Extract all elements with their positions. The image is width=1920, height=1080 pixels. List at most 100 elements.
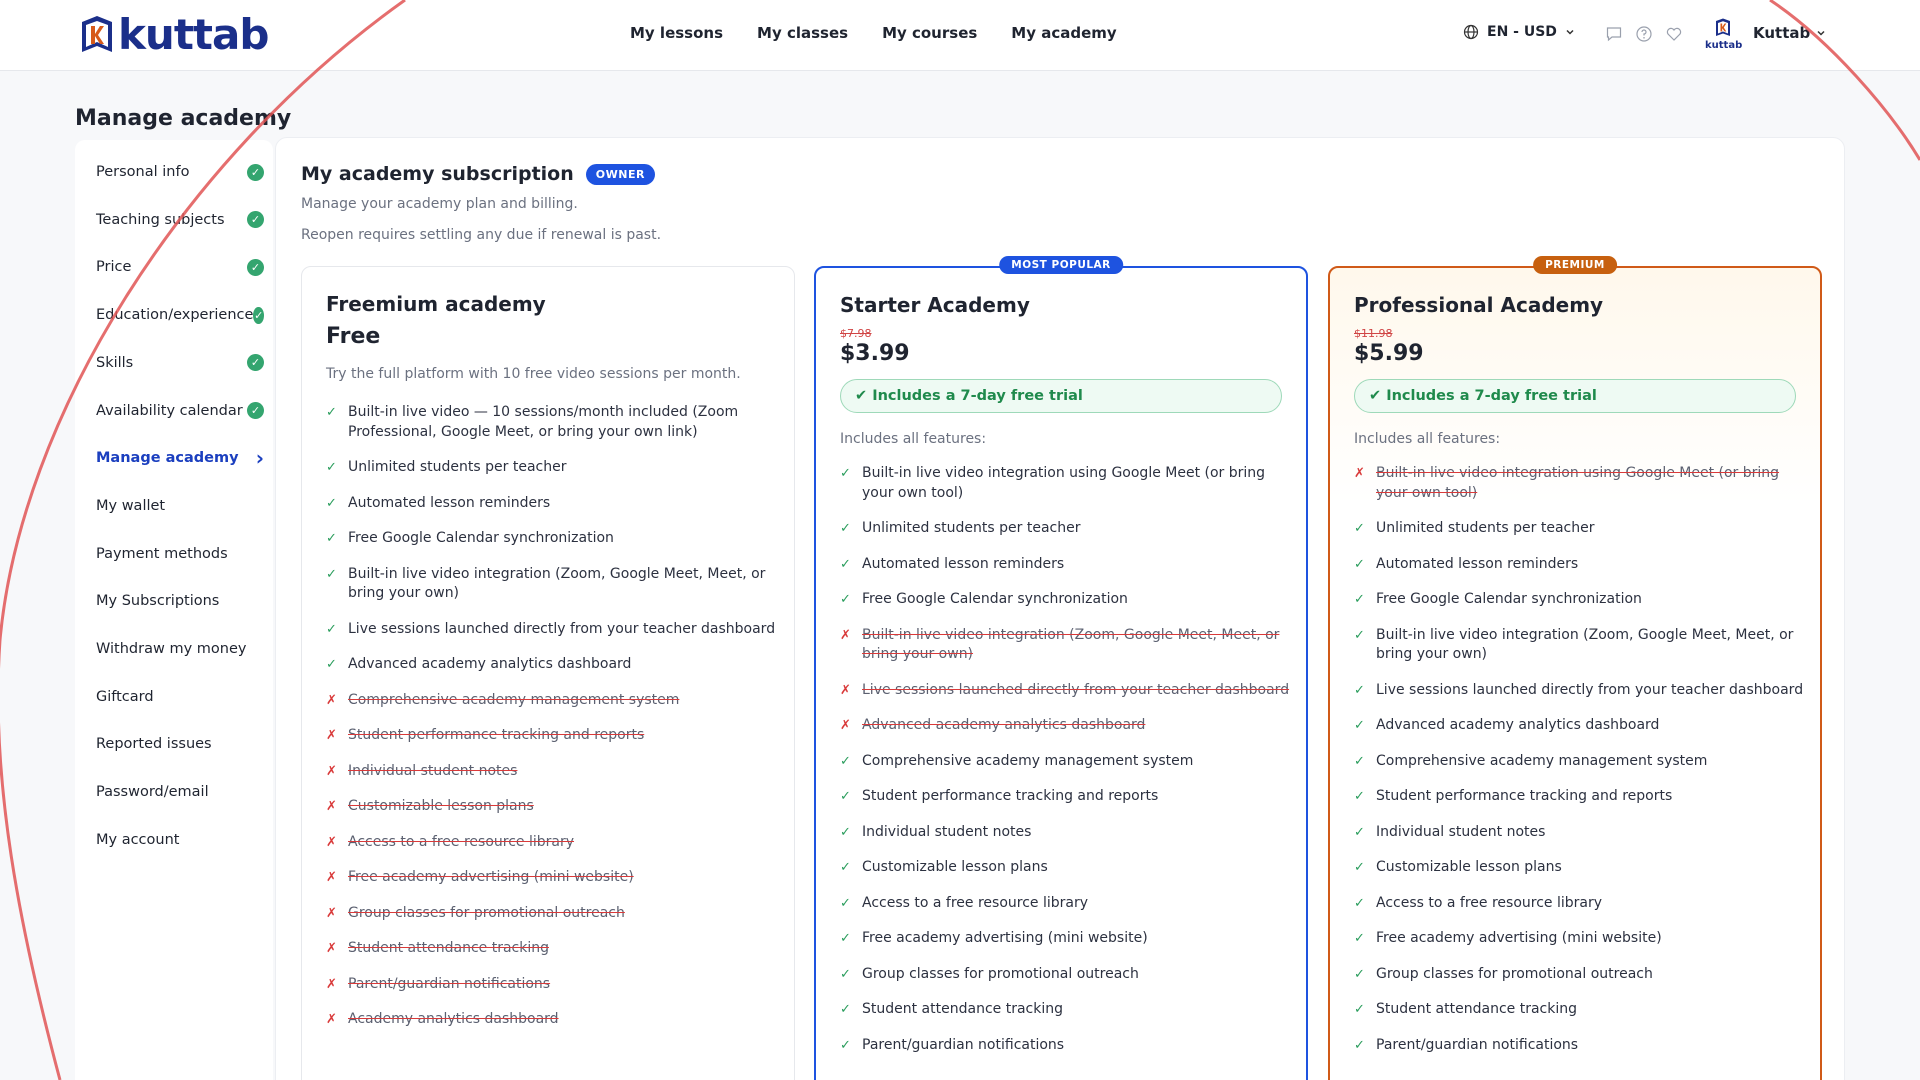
feature-text: Free Google Calendar synchronization — [862, 591, 1128, 607]
nav-my-academy[interactable]: My academy — [1011, 24, 1116, 42]
sidebar-item-label: Manage academy — [96, 450, 239, 467]
nav-my-courses[interactable]: My courses — [882, 24, 977, 42]
feature-item: ✓ Advanced academy analytics dashboard — [326, 655, 776, 675]
feature-text: Built-in live video integration using Go… — [862, 465, 1266, 501]
check-icon: ✓ — [1354, 966, 1365, 982]
chevron-down-icon — [1566, 29, 1574, 35]
header-icons — [1605, 25, 1683, 43]
feature-item: ✓ Comprehensive academy management system — [840, 752, 1290, 772]
globe-icon — [1463, 24, 1479, 40]
check-icon: ✓ — [326, 531, 337, 546]
nav-my-lessons[interactable]: My lessons — [630, 24, 723, 42]
feature-text: Free Google Calendar synchronization — [348, 530, 614, 546]
cross-icon: ✗ — [326, 905, 337, 921]
plan-card-starter[interactable]: MOST POPULAR Starter Academy $7.98 $3.99… — [814, 256, 1308, 1080]
feature-item: ✗ Individual student notes — [326, 762, 776, 782]
plan-tagline: Try the full platform with 10 free video… — [326, 366, 741, 382]
sidebar-item-manage-academy[interactable]: Manage academy › — [96, 446, 264, 470]
feature-item: ✓ Parent/guardian notifications — [1354, 1036, 1804, 1056]
feature-text: Parent/guardian notifications — [348, 975, 551, 992]
check-circle-icon: ✓ — [253, 306, 264, 324]
feature-list: ✗ Built-in live video integration using G… — [1354, 464, 1804, 1071]
check-icon: ✓ — [326, 621, 337, 637]
sidebar-item-personal-info[interactable]: Personal info ✓ — [96, 160, 264, 184]
plan-card-freemium[interactable]: Freemium academy Free Try the full platf… — [301, 266, 795, 1080]
feature-list: ✓ Built-in live video — 10 sessions/month… — [326, 403, 776, 1046]
sidebar-item-teaching-subjects[interactable]: Teaching subjects ✓ — [96, 208, 264, 232]
feature-text: Built-in live video integration using Go… — [1376, 465, 1780, 501]
locale-selector[interactable]: EN - USD — [1463, 24, 1575, 40]
feature-text: Group classes for promotional outreach — [1376, 965, 1653, 982]
sidebar-item-availability-calendar[interactable]: Availability calendar ✓ — [96, 399, 264, 423]
feature-text: Individual student notes — [348, 762, 518, 779]
plan-name: Professional Academy — [1354, 293, 1604, 317]
feature-item: ✓ Customizable lesson plans — [1354, 858, 1804, 878]
top-header: kuttab My lessons My classes My courses … — [0, 0, 1920, 71]
trial-badge: ✔ Includes a 7-day free trial — [840, 379, 1282, 413]
subscription-note: Reopen requires settling any due if rene… — [301, 227, 662, 243]
help-icon[interactable] — [1635, 25, 1653, 43]
feature-item: ✗ Built-in live video integration using G… — [1354, 464, 1804, 503]
feature-text: Group classes for promotional outreach — [862, 965, 1139, 982]
sidebar-item-my-subscriptions[interactable]: My Subscriptions — [96, 589, 264, 613]
feature-text: Student attendance tracking — [862, 1001, 1063, 1017]
subscription-description: Manage your academy plan and billing. — [301, 196, 578, 212]
check-icon: ✓ — [840, 592, 851, 607]
heart-icon[interactable] — [1665, 25, 1683, 43]
feature-text: Parent/guardian notifications — [1376, 1036, 1579, 1053]
cross-icon: ✗ — [840, 682, 851, 698]
cross-icon: ✗ — [326, 692, 337, 708]
sidebar-item-price[interactable]: Price ✓ — [96, 255, 264, 279]
feature-text: Customizable lesson plans — [348, 798, 534, 814]
avatar[interactable]: kuttab — [1705, 18, 1742, 52]
sidebar-item-label: Payment methods — [96, 545, 228, 562]
feature-item: ✗ Customizable lesson plans — [326, 797, 776, 817]
user-name: Kuttab — [1753, 24, 1811, 42]
sidebar-item-my-wallet[interactable]: My wallet — [96, 494, 264, 518]
feature-item: ✗ Access to a free resource library — [326, 833, 776, 853]
includes-label: Includes all features: — [840, 431, 987, 447]
user-menu[interactable]: Kuttab — [1753, 24, 1826, 42]
sidebar-item-label: Withdraw my money — [96, 641, 247, 657]
feature-item: ✗ Student performance tracking and report… — [326, 726, 776, 746]
feature-item: ✓ Automated lesson reminders — [1354, 555, 1804, 575]
feature-text: Customizable lesson plans — [1376, 859, 1562, 875]
check-icon: ✓ — [1354, 931, 1365, 946]
sidebar-item-withdraw-my-money[interactable]: Withdraw my money — [96, 637, 264, 661]
chat-icon[interactable] — [1605, 25, 1623, 43]
feature-text: Comprehensive academy management system — [1376, 752, 1708, 769]
check-icon: ✓ — [840, 895, 851, 911]
sidebar-item-reported-issues[interactable]: Reported issues — [96, 732, 264, 756]
nav-my-classes[interactable]: My classes — [757, 24, 848, 42]
cross-icon: ✗ — [326, 799, 337, 814]
check-icon: ✓ — [1354, 592, 1365, 607]
feature-text: Free academy advertising (mini website) — [348, 869, 634, 885]
cross-icon: ✗ — [326, 763, 337, 779]
feature-text: Automated lesson reminders — [1376, 555, 1579, 572]
feature-item: ✗ Group classes for promotional outreach — [326, 904, 776, 924]
feature-text: Parent/guardian notifications — [862, 1036, 1065, 1053]
feature-text: Live sessions launched directly from you… — [1376, 681, 1804, 698]
subscription-title: My academy subscription — [301, 163, 574, 185]
check-icon: ✓ — [326, 495, 337, 511]
sidebar-item-label: Availability calendar — [96, 402, 243, 419]
feature-text: Customizable lesson plans — [862, 859, 1048, 875]
cross-icon: ✗ — [1354, 466, 1365, 481]
plan-card-professional[interactable]: PREMIUM Professional Academy $11.98 $5.9… — [1328, 256, 1822, 1080]
sidebar-item-education-experience[interactable]: Education/experience ✓ — [96, 303, 264, 327]
feature-item: ✓ Parent/guardian notifications — [840, 1036, 1290, 1056]
sidebar-item-my-account[interactable]: My account — [96, 828, 264, 852]
brand-logo[interactable]: kuttab — [78, 12, 269, 58]
feature-text: Student performance tracking and reports — [348, 727, 645, 743]
sidebar-item-giftcard[interactable]: Giftcard — [96, 685, 264, 709]
feature-text: Unlimited students per teacher — [862, 520, 1081, 536]
feature-text: Advanced academy analytics dashboard — [862, 717, 1146, 733]
sidebar-item-label: Password/email — [96, 784, 209, 801]
feature-item: ✓ Free academy advertising (mini website) — [840, 929, 1290, 949]
sidebar-item-skills[interactable]: Skills ✓ — [96, 351, 264, 375]
cross-icon: ✗ — [326, 1012, 337, 1027]
sidebar-item-password-email[interactable]: Password/email — [96, 780, 264, 804]
sidebar-item-payment-methods[interactable]: Payment methods — [96, 542, 264, 566]
sidebar-item-label: My Subscriptions — [96, 593, 220, 610]
feature-item: ✓ Student performance tracking and report… — [840, 787, 1290, 807]
